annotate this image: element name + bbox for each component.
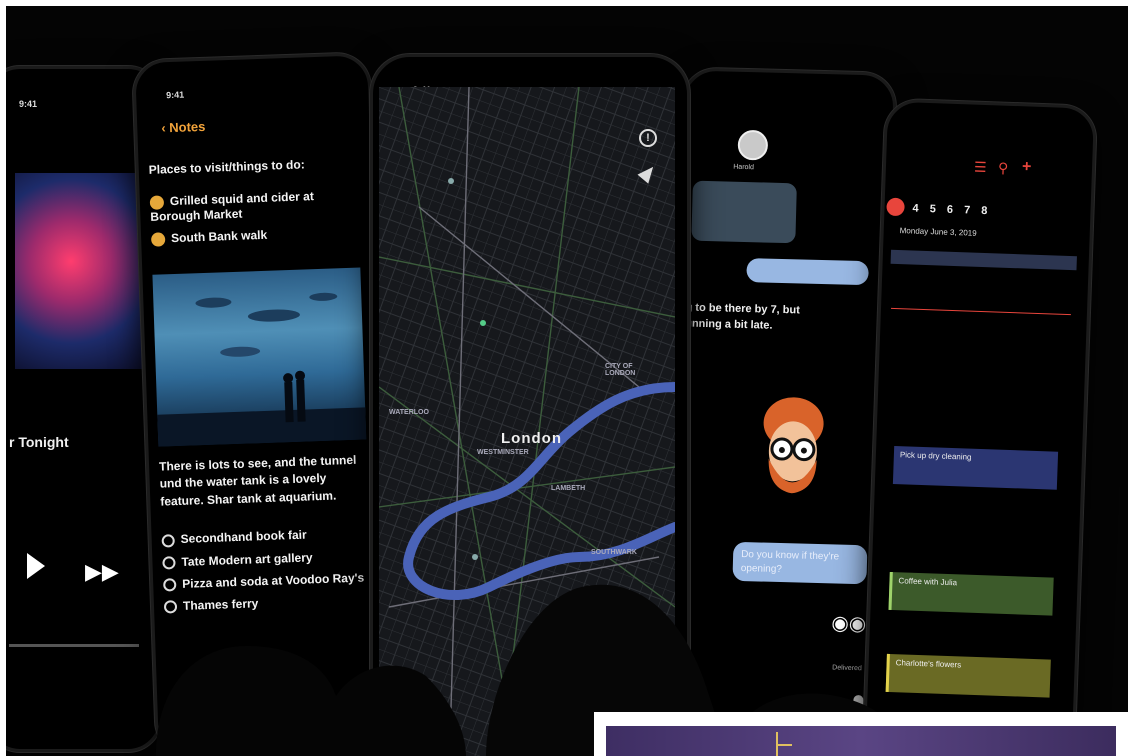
checklist-item[interactable]: Grilled squid and cider at Borough Marke… [149,188,356,224]
calendar-phone: ☰ ⚲ + 4 5 6 7 8 Monday June 3, 2019 Pick… [862,98,1098,752]
city-label: London [501,430,562,447]
district-label: WESTMINSTER [477,449,529,456]
today-marker[interactable] [886,197,905,217]
area-label: CITY OF LONDON [605,363,636,377]
date-number[interactable]: 5 [929,203,936,215]
inset-image [606,726,1116,756]
inset-thumbnail [594,712,1128,756]
notes-back-button[interactable]: ‹ Notes [161,119,206,136]
eyes-emoji: ◉◉ [831,612,867,636]
status-time: 9:41 [19,99,38,109]
memoji-avatar [754,392,831,511]
maps-phone: 9:41 London WESTMINSTER CITY OF LONDON S… [370,54,690,756]
add-event-icon[interactable]: + [1022,158,1032,176]
todo-item[interactable]: Secondhand book fair [161,525,377,548]
status-time: 9:41 [165,89,185,101]
checklist-item-text: South Bank walk [170,227,268,245]
outgoing-bubble [746,258,869,286]
todo-item[interactable]: Tate Modern art gallery [162,548,378,570]
unchecked-icon [163,578,177,592]
calendar-event[interactable]: Coffee with Julia [888,571,1054,616]
microphone-icon[interactable] [853,694,864,712]
week-row: 4 5 6 7 8 [912,203,987,218]
date-number[interactable]: 7 [964,204,971,216]
checklist-item-text: Grilled squid and cider at Borough Marke… [150,189,315,224]
contact-name: Harold [733,163,754,172]
area-label: SOUTHWARK [591,549,637,556]
contact-avatar[interactable] [737,129,769,161]
note-heading: Places to visit/things to do: [148,157,305,177]
date-label: Monday June 3, 2019 [899,226,977,238]
inset-stage-light [776,744,792,746]
notes-phone: 9:41 ‹ Notes Places to visit/things to d… [131,52,395,756]
checked-icon [149,195,165,210]
date-number[interactable]: 4 [912,203,919,215]
todo-item-text: Tate Modern art gallery [181,549,313,569]
unchecked-icon [161,533,175,548]
todo-item[interactable]: Pizza and soda at Voodoo Ray's [163,570,379,592]
unchecked-icon [163,600,178,615]
area-label: LAMBETH [551,485,586,492]
poi-marker[interactable] [472,554,478,560]
incoming-message: g to be there by 7, but unning a bit lat… [685,301,801,332]
poi-marker[interactable] [448,178,454,184]
area-label: WATERLOO [389,409,429,416]
todo-item-text: Secondhand book fair [180,527,307,547]
todo-item-text: Thames ferry [182,596,259,614]
checked-icon [150,231,166,247]
note-content: Places to visit/things to do: Grilled sq… [148,147,367,254]
aquarium-photo [152,267,367,447]
date-number[interactable]: 6 [947,204,954,216]
fast-forward-icon[interactable]: ▶▶ [85,561,119,583]
calendar-event[interactable]: Pick up dry cleaning [892,446,1059,490]
shared-media [691,180,797,244]
presentation-stage: 9:41 r Tonight ▶▶ 9:41 ‹ Notes Places to… [6,6,1128,756]
volume-slider[interactable] [9,644,139,647]
note-paragraph: There is lots to see, and the tunnel und… [158,452,357,509]
song-title: r Tonight [9,434,69,450]
date-number[interactable]: 8 [981,205,988,217]
poi-marker[interactable] [480,320,486,326]
search-icon[interactable]: ⚲ [998,159,1009,176]
list-icon[interactable]: ☰ [974,159,987,176]
play-icon[interactable] [27,553,45,579]
back-label: Notes [168,118,206,136]
messages-phone: Harold g to be there by 7, but unning a … [665,67,897,749]
all-day-bar [890,249,1077,271]
outgoing-message: Do you know if they're opening? [732,541,868,585]
album-artwork [15,173,155,369]
todo-item[interactable]: Thames ferry [163,592,380,615]
todo-list: Secondhand book fair Tate Modern art gal… [161,525,380,615]
unchecked-icon [162,555,176,570]
info-button-icon[interactable]: ! [639,129,657,147]
note-paragraph-block: There is lots to see, and the tunnel und… [159,451,381,622]
current-time-line [891,307,1071,316]
delivered-label: Delivered [832,664,862,673]
calendar-event[interactable]: Charlotte's flowers [885,653,1051,698]
map-canvas[interactable] [379,87,675,756]
todo-item-text: Pizza and soda at Voodoo Ray's [181,570,365,591]
checklist-item[interactable]: South Bank walk [150,224,367,247]
